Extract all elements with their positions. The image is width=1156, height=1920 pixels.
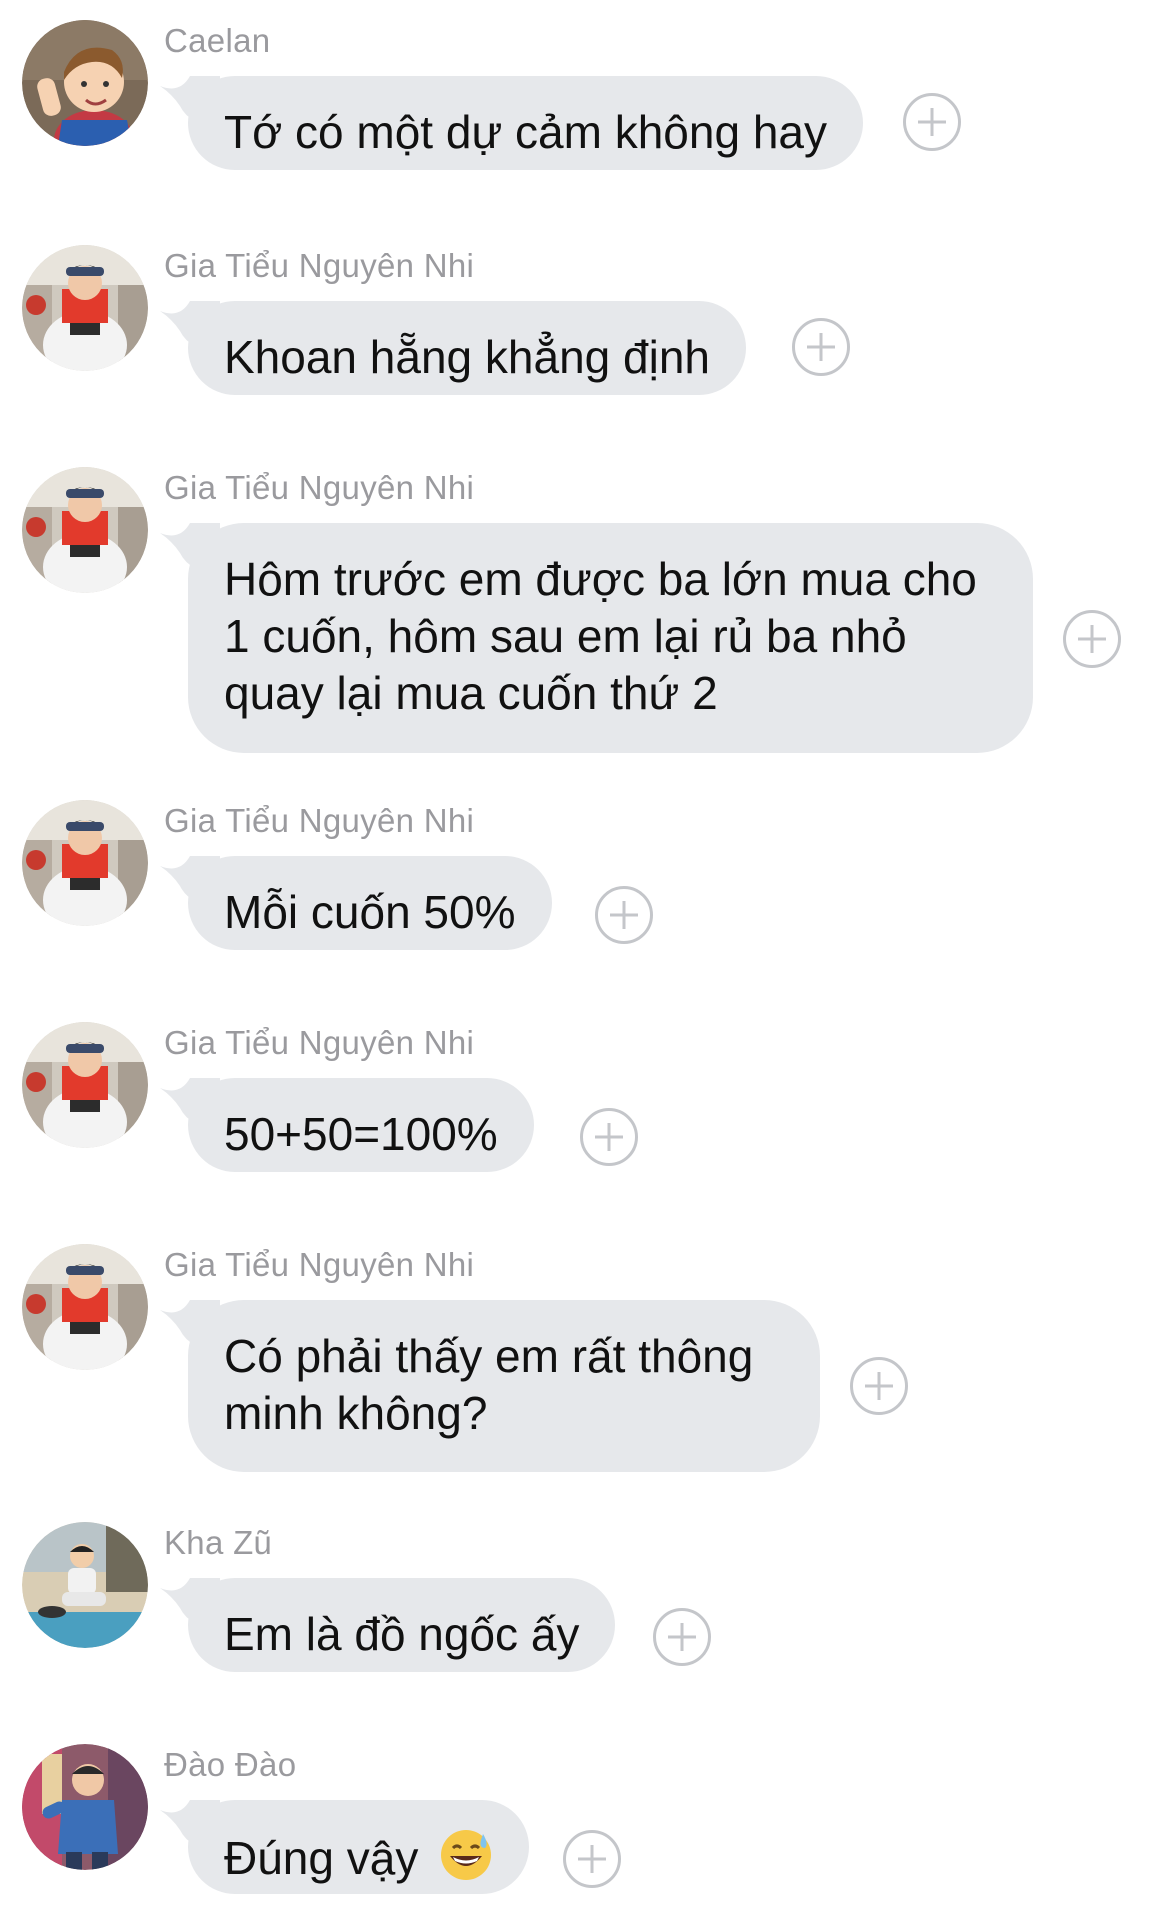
plus-circle-icon[interactable] [595,886,653,944]
message-bubble[interactable]: 50+50=100% [188,1078,534,1172]
sender-name: Gia Tiểu Nguyên Nhi [164,247,475,284]
sender-name: Caelan [164,22,271,59]
avatar[interactable] [22,245,148,371]
message-text: Em là đồ ngốc ấy [224,1608,580,1660]
avatar[interactable] [22,1744,148,1870]
message-bubble[interactable]: Có phải thấy em rất thông minh không? [188,1300,820,1472]
avatar[interactable] [22,1022,148,1148]
plus-circle-icon[interactable] [580,1108,638,1166]
plus-circle-icon[interactable] [850,1357,908,1415]
message-text: Mỗi cuốn 50% [224,886,516,938]
message-bubble[interactable]: Đúng vậy [188,1800,530,1894]
sender-name: Gia Tiểu Nguyên Nhi [164,802,475,839]
avatar[interactable] [22,1244,148,1370]
message-bubble[interactable]: Hôm trước em được ba lớn mua cho 1 cuốn,… [188,523,1033,753]
message-text: 50+50=100% [224,1108,498,1160]
message-bubble[interactable]: Tớ có một dự cảm không hay [188,76,863,170]
avatar-boy-red-shirt-image [22,467,148,593]
avatar[interactable] [22,800,148,926]
message-text: Khoan hẵng khẳng định [224,331,710,383]
avatar[interactable] [22,467,148,593]
avatar-child-waving-image [22,20,148,146]
message-text: Tớ có một dự cảm không hay [224,106,827,158]
avatar-boy-red-shirt-image [22,800,148,926]
avatar[interactable] [22,1522,148,1648]
message-bubble[interactable]: Khoan hẵng khẳng định [188,301,746,395]
grinning-sweat-emoji-icon [441,1830,492,1880]
avatar[interactable] [22,20,148,146]
message-bubble[interactable]: Em là đồ ngốc ấy [188,1578,616,1672]
avatar-child-blue-jacket-image [22,1744,148,1870]
sender-name: Gia Tiểu Nguyên Nhi [164,1024,475,1061]
plus-circle-icon[interactable] [653,1608,711,1666]
message-text: Hôm trước em được ba lớn mua cho 1 cuốn,… [224,553,977,719]
avatar-boy-red-shirt-image [22,1022,148,1148]
sender-name: Kha Zũ [164,1524,273,1561]
avatar-child-sitting-image [22,1522,148,1648]
plus-circle-icon[interactable] [903,93,961,151]
avatar-boy-red-shirt-image [22,245,148,371]
sender-name: Gia Tiểu Nguyên Nhi [164,1246,475,1283]
plus-circle-icon[interactable] [792,318,850,376]
avatar-boy-red-shirt-image [22,1244,148,1370]
sender-name: Gia Tiểu Nguyên Nhi [164,469,475,506]
sender-name: Đào Đào [164,1746,297,1783]
message-text: Đúng vậy [224,1832,419,1884]
message-bubble[interactable]: Mỗi cuốn 50% [188,856,552,950]
plus-circle-icon[interactable] [1063,610,1121,668]
message-text: Có phải thấy em rất thông minh không? [224,1330,754,1439]
plus-circle-icon[interactable] [563,1830,621,1888]
